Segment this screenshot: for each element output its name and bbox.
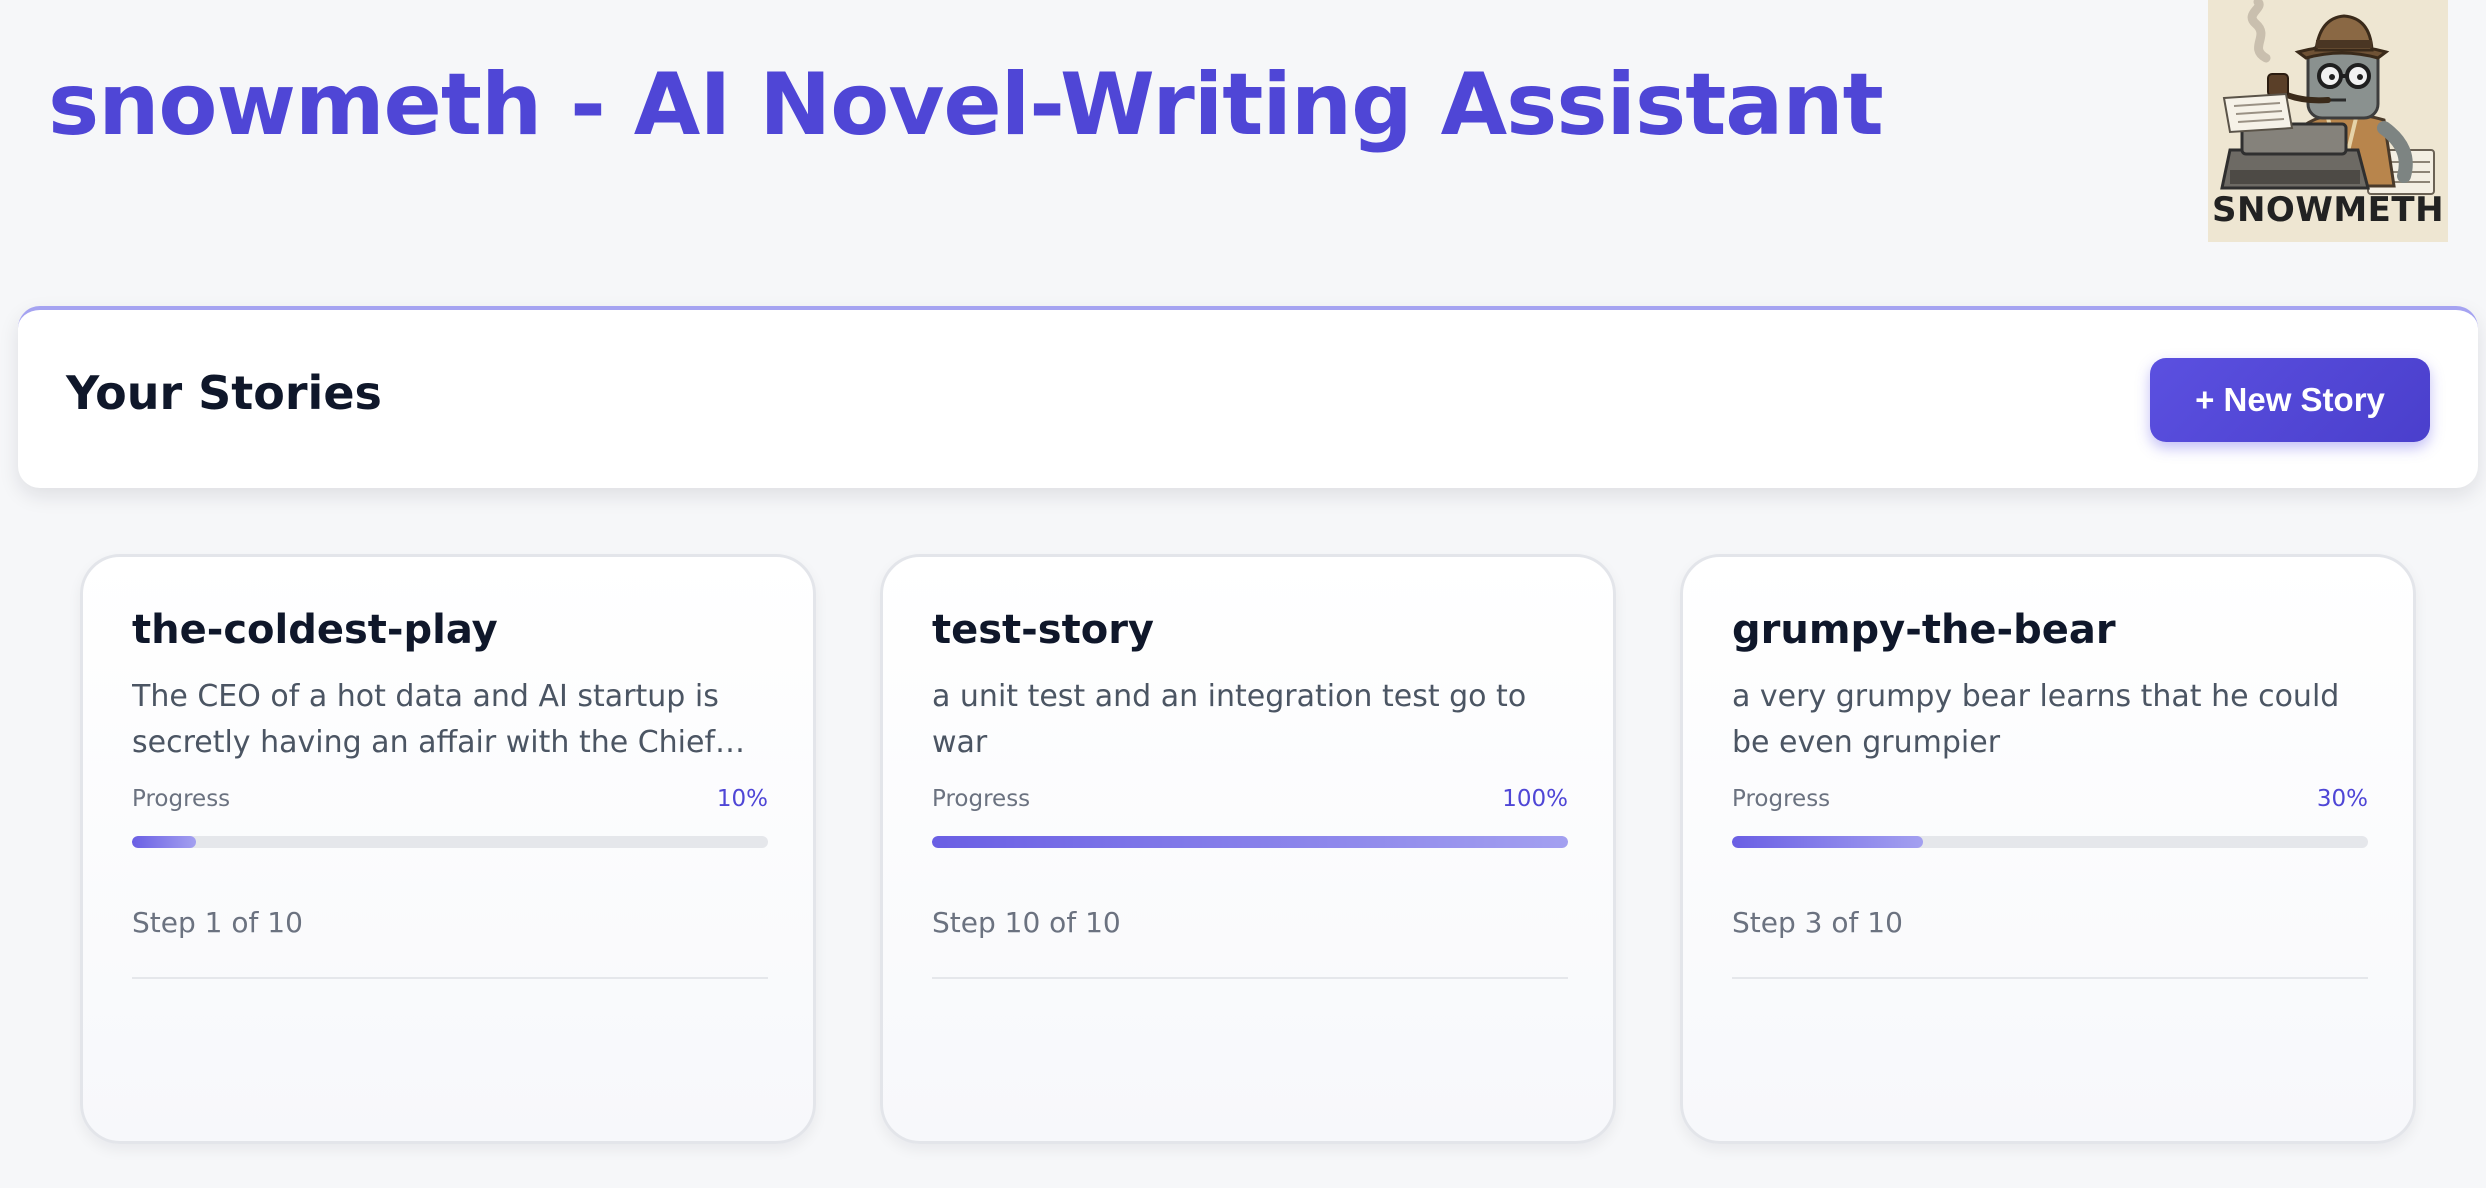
story-card[interactable]: grumpy-the-bear a very grumpy bear learn…	[1680, 554, 2416, 1144]
step-indicator: Step 1 of 10	[132, 906, 303, 939]
story-description: a very grumpy bear learns that he could …	[1732, 679, 2340, 760]
progress-bar-fill	[132, 836, 196, 848]
progress-label: Progress	[932, 786, 1031, 812]
story-card[interactable]: the-coldest-play The CEO of a hot data a…	[80, 554, 816, 1144]
progress-bar-fill	[1732, 836, 1923, 848]
app-title: snowmeth - AI Novel-Writing Assistant	[48, 55, 1884, 155]
story-description: a unit test and an integration test go t…	[932, 679, 1527, 760]
stories-header-panel: Your Stories + New Story	[18, 306, 2478, 488]
progress-bar	[932, 836, 1568, 848]
progress-percent: 30%	[2316, 786, 2368, 812]
progress-row: Progress 100%	[932, 786, 1568, 812]
story-title: the-coldest-play	[132, 607, 498, 653]
progress-percent: 10%	[716, 786, 768, 812]
step-indicator: Step 10 of 10	[932, 906, 1121, 939]
progress-bar	[1732, 836, 2368, 848]
progress-row: Progress 30%	[1732, 786, 2368, 812]
snowmeth-logo: SNOWMETH	[2208, 0, 2448, 242]
step-indicator: Step 3 of 10	[1732, 906, 1903, 939]
progress-bar-fill	[932, 836, 1568, 848]
progress-label: Progress	[132, 786, 231, 812]
progress-row: Progress 10%	[132, 786, 768, 812]
progress-bar	[132, 836, 768, 848]
logo-text: SNOWMETH	[2211, 190, 2445, 230]
story-title: test-story	[932, 607, 1154, 653]
progress-label: Progress	[1732, 786, 1831, 812]
new-story-button[interactable]: + New Story	[2150, 358, 2430, 442]
story-title: grumpy-the-bear	[1732, 607, 2116, 653]
story-card[interactable]: test-story a unit test and an integratio…	[880, 554, 1616, 1144]
story-description: The CEO of a hot data and AI startup is …	[132, 679, 719, 760]
card-divider	[1732, 977, 2368, 979]
card-divider	[132, 977, 768, 979]
stories-section-title: Your Stories	[66, 366, 382, 420]
card-divider	[932, 977, 1568, 979]
story-card-grid: the-coldest-play The CEO of a hot data a…	[80, 554, 2416, 1144]
progress-percent: 100%	[1502, 786, 1568, 812]
